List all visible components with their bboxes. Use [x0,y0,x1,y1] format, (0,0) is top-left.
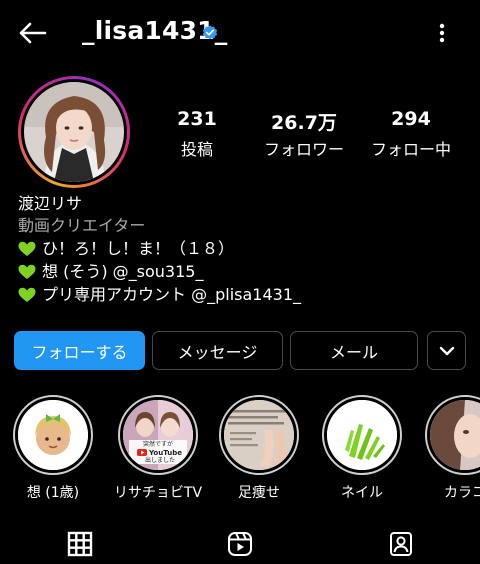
more-options-button[interactable] [430,20,454,46]
tab-grid[interactable] [66,530,94,558]
highlight-item[interactable]: 想 (1歳) [8,395,98,502]
bio-line: プリ専用アカウント @_plisa1431_ [18,283,458,306]
highlight-cover [327,400,397,470]
green-heart-icon [18,287,36,302]
stat-following[interactable]: 294 フォロー中 [366,108,456,160]
bio-text[interactable]: 想 (そう) @_sou315_ [42,260,203,283]
highlight-label: カラコ [444,485,480,501]
bio-text[interactable]: プリ専用アカウント @_plisa1431_ [42,283,301,306]
grid-icon [67,531,93,557]
highlight-label: リサチョビTV [113,485,203,501]
back-button[interactable] [14,17,50,49]
tagged-icon [390,532,412,556]
green-heart-icon [18,264,36,279]
profile-bio: 渡辺リサ 動画クリエイター ひ！ろ！し！ま！（１８） 想 (そう) @_sou3… [18,193,458,306]
follow-button[interactable]: フォローする [14,331,145,370]
highlight-label: 想 (1歳) [26,485,80,501]
suggested-accounts-button[interactable] [427,331,466,370]
highlight-item[interactable]: 突然ですが YouTube 出しました リサチョビTV [113,395,203,502]
arrow-left-icon [19,22,47,44]
tab-tagged[interactable] [387,530,415,558]
profile-avatar-ring[interactable] [18,76,130,188]
stat-posts[interactable]: 231 投稿 [162,108,232,160]
bio-text: ひ！ろ！し！ま！（１８） [42,239,235,258]
highlight-item[interactable]: 足痩せ [214,395,304,502]
stat-followers[interactable]: 26.7万 フォロワー [256,108,352,160]
reels-icon [228,532,252,556]
profile-category: 動画クリエイター [18,216,146,235]
following-label: フォロー中 [370,140,451,159]
highlight-label: ネイル [341,485,383,501]
highlight-overlay-text: YouTube [148,449,182,457]
avatar[interactable] [24,82,124,182]
profile-tabs [0,522,480,564]
highlight-overlay-text: 突然ですが [143,440,173,448]
bio-line: 想 (そう) @_sou315_ [18,260,458,283]
highlight-overlay-text: 出しました [145,456,175,464]
display-name: 渡辺リサ [18,194,83,213]
message-button[interactable]: メッセージ [152,331,283,370]
verified-badge-icon [202,25,218,40]
followers-count: 26.7万 [271,112,337,134]
mail-button[interactable]: メール [290,331,418,370]
following-count: 294 [391,108,431,130]
chevron-down-icon [439,346,454,355]
avatar-photo [24,82,124,182]
highlight-cover [18,400,88,470]
green-heart-icon [18,241,36,256]
bio-line: ひ！ろ！し！ま！（１８） [18,237,458,260]
highlight-item[interactable]: ネイル [317,395,407,502]
highlight-cover [430,400,480,470]
highlight-cover [224,400,294,470]
highlight-label: 足痩せ [238,485,280,501]
posts-count: 231 [177,108,217,130]
tab-reels[interactable] [226,530,254,558]
highlight-item[interactable]: カラコ [420,395,480,502]
followers-label: フォロワー [263,140,344,159]
highlight-cover: 突然ですが YouTube 出しました [123,400,193,470]
more-vertical-icon [439,23,445,43]
posts-label: 投稿 [180,140,213,159]
top-bar: _lisa1431_ [0,0,480,66]
